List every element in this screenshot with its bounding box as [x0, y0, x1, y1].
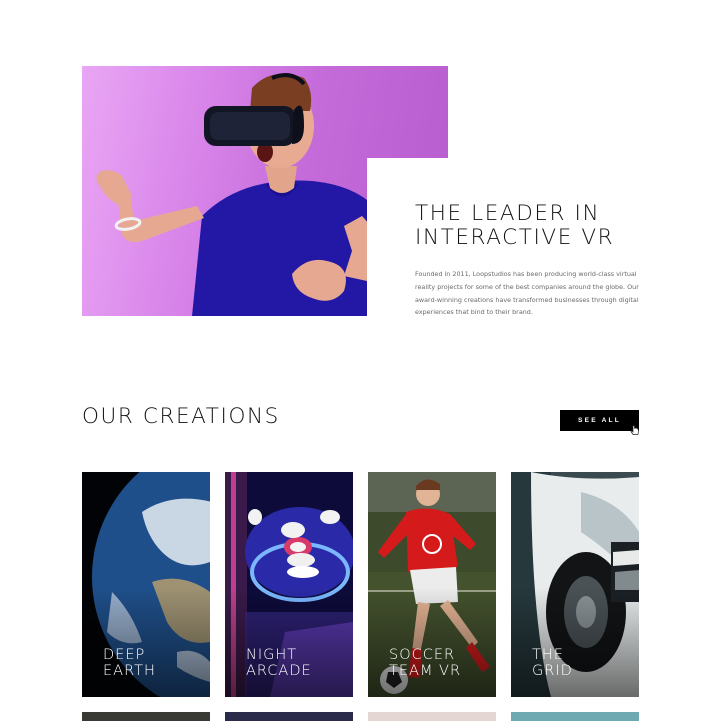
creation-card-row2-3[interactable]: [368, 712, 496, 721]
creation-card-row2-4[interactable]: [511, 712, 639, 721]
card-shade: [511, 587, 639, 697]
hero-description: Founded in 2011, Loopstudios has been pr…: [415, 270, 639, 317]
hero-text-card: THE LEADER IN INTERACTIVE VR Founded in …: [367, 158, 639, 316]
creations-title: OUR CREATIONS: [82, 404, 280, 429]
hand-cursor-icon: [630, 425, 639, 435]
card-shade: [368, 587, 496, 697]
hero-title: THE LEADER IN INTERACTIVE VR: [415, 201, 615, 250]
card-shade: [82, 587, 210, 697]
card-shade: [225, 587, 353, 697]
creation-card-row2-2[interactable]: [225, 712, 353, 721]
card-label: NIGHT ARCADE: [246, 647, 312, 679]
card-label: DEEP EARTH: [103, 647, 156, 679]
creation-card-deep-earth[interactable]: DEEP EARTH: [82, 472, 210, 697]
creation-card-the-grid[interactable]: THE GRID: [511, 472, 639, 697]
creation-card-soccer-team-vr[interactable]: SOCCER TEAM VR: [368, 472, 496, 697]
creation-card-row2-1[interactable]: [82, 712, 210, 721]
creation-card-night-arcade[interactable]: NIGHT ARCADE: [225, 472, 353, 697]
see-all-button[interactable]: SEE ALL: [560, 410, 639, 431]
card-label: SOCCER TEAM VR: [389, 647, 462, 679]
card-label: THE GRID: [532, 647, 573, 679]
